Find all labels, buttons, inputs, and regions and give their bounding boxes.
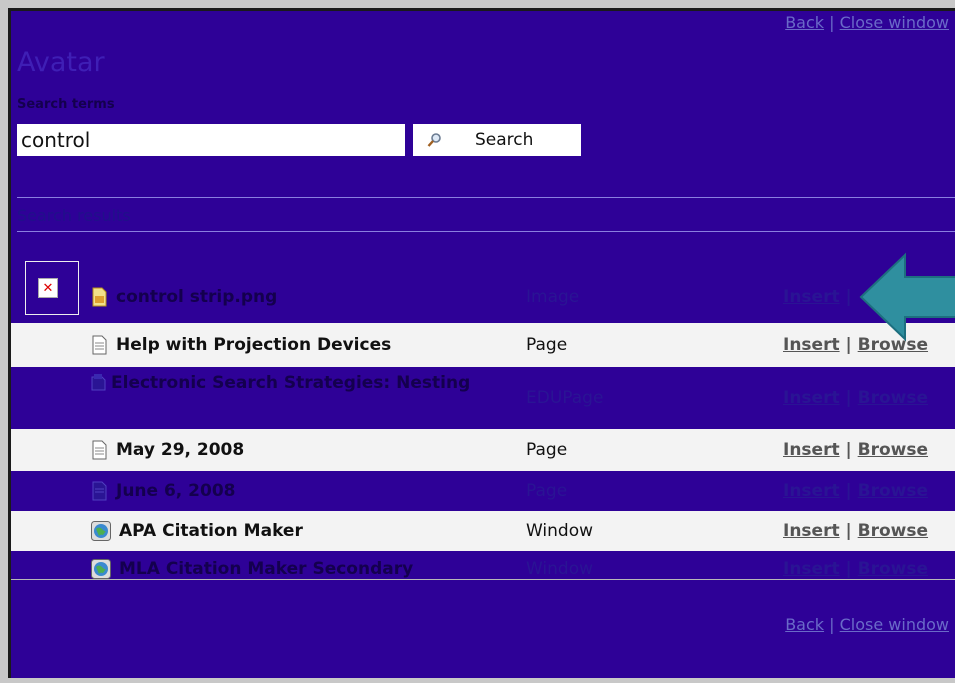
result-name[interactable]: Electronic Search Strategies: Nesting	[91, 371, 511, 395]
result-actions: Insert |	[783, 287, 852, 307]
bottom-nav: Back | Close window	[785, 615, 949, 634]
result-row: Help with Projection Devices Page Insert…	[11, 323, 955, 367]
insert-link[interactable]: Insert	[783, 388, 840, 408]
globe-icon	[91, 521, 111, 541]
page-title: Avatar	[17, 47, 105, 78]
result-name[interactable]: control strip.png	[91, 287, 277, 307]
back-link[interactable]: Back	[785, 615, 824, 634]
result-row: May 29, 2008 Page Insert | Browse	[11, 429, 955, 471]
page-icon	[92, 440, 107, 460]
insert-link[interactable]: Insert	[783, 287, 840, 307]
result-type: Page	[526, 335, 568, 355]
result-actions: Insert | Browse	[783, 521, 929, 541]
result-actions: Insert | Browse	[783, 440, 929, 460]
avatar-window: Back | Close window Avatar Search terms …	[8, 8, 955, 678]
divider	[17, 197, 955, 198]
back-link[interactable]: Back	[785, 13, 824, 32]
page-icon	[92, 481, 107, 501]
top-nav: Back | Close window	[785, 13, 949, 32]
left-arrow-icon	[859, 252, 955, 342]
result-row: MLA Citation Maker Secondary Window Inse…	[11, 551, 955, 587]
divider	[17, 231, 955, 232]
edupage-icon	[91, 374, 106, 391]
close-window-link[interactable]: Close window	[840, 615, 949, 634]
result-name[interactable]: APA Citation Maker	[91, 521, 303, 541]
result-type: EDUPage	[526, 388, 604, 408]
divider	[11, 579, 955, 580]
result-actions: Insert | Browse	[783, 559, 929, 579]
result-name[interactable]: MLA Citation Maker Secondary	[91, 559, 413, 579]
browse-link[interactable]: Browse	[858, 521, 928, 541]
search-input[interactable]	[17, 124, 405, 156]
nav-separator: |	[829, 13, 835, 32]
insert-link[interactable]: Insert	[783, 440, 840, 460]
insert-link[interactable]: Insert	[783, 559, 840, 579]
globe-icon	[91, 559, 111, 579]
page-icon	[92, 335, 107, 355]
result-type: Page	[526, 440, 568, 460]
close-window-link[interactable]: Close window	[840, 13, 949, 32]
insert-link[interactable]: Insert	[783, 481, 840, 501]
browse-link[interactable]: Browse	[858, 440, 928, 460]
result-type: Image	[526, 287, 580, 307]
result-name[interactable]: May 29, 2008	[91, 440, 244, 460]
result-row: Electronic Search Strategies: Nesting ED…	[11, 367, 955, 429]
search-results-label: Search results	[17, 206, 131, 225]
search-button-label: Search	[475, 130, 534, 150]
search-icon	[427, 133, 441, 147]
search-button[interactable]: Search	[413, 124, 581, 156]
result-row: control strip.png Image Insert |	[11, 271, 955, 323]
result-type: Page	[526, 481, 568, 501]
result-actions: Insert | Browse	[783, 388, 929, 408]
result-row: APA Citation Maker Window Insert | Brows…	[11, 511, 955, 551]
insert-link[interactable]: Insert	[783, 335, 840, 355]
image-file-icon	[92, 287, 107, 307]
result-actions: Insert | Browse	[783, 481, 929, 501]
result-type: Window	[526, 521, 594, 541]
result-row: June 6, 2008 Page Insert | Browse	[11, 471, 955, 511]
result-name[interactable]: Help with Projection Devices	[91, 335, 391, 355]
browse-link[interactable]: Browse	[858, 559, 928, 579]
result-name[interactable]: June 6, 2008	[91, 481, 236, 501]
browse-link[interactable]: Browse	[858, 388, 928, 408]
browse-link[interactable]: Browse	[858, 481, 928, 501]
search-terms-label: Search terms	[17, 97, 115, 112]
nav-separator: |	[829, 615, 835, 634]
insert-link[interactable]: Insert	[783, 521, 840, 541]
result-type: Window	[526, 559, 594, 579]
